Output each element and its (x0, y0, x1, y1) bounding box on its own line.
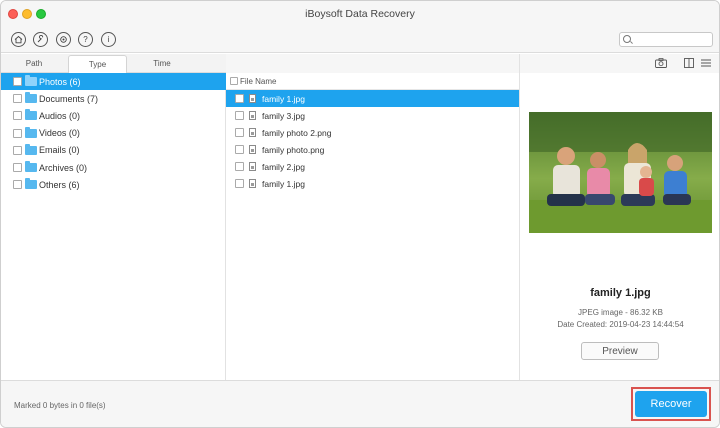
view-options-bar (520, 54, 719, 73)
file-name: family 1.jpg (262, 178, 305, 189)
preview-button[interactable]: Preview (581, 342, 659, 360)
file-name: family 2.jpg (262, 161, 305, 172)
checkbox[interactable] (13, 128, 22, 138)
title-bar: iBoysoft Data Recovery (1, 1, 719, 27)
checkbox[interactable] (235, 179, 244, 188)
type-list: Photos (6) Documents (7) Audios (0) Vide… (1, 73, 226, 193)
tab-path[interactable]: Path (1, 54, 67, 73)
type-item-documents[interactable]: Documents (7) (1, 90, 226, 107)
recover-button[interactable]: Recover (635, 391, 707, 417)
list-view-icon[interactable] (701, 58, 711, 71)
file-name: family 3.jpg (262, 110, 305, 121)
checkbox[interactable] (13, 180, 22, 190)
tools-icon[interactable] (33, 32, 48, 47)
type-item-label: Others (6) (39, 179, 80, 190)
checkbox[interactable] (235, 111, 244, 120)
type-item-label: Photos (6) (39, 76, 81, 87)
type-item-label: Videos (0) (39, 128, 80, 139)
file-list-topbar (226, 54, 519, 73)
camera-icon[interactable] (655, 58, 667, 71)
info-icon[interactable]: i (101, 32, 116, 47)
preview-date-created: Date Created: 2019-04-23 14:44:54 (557, 320, 684, 329)
folder-icon (25, 126, 37, 138)
marked-status: Marked 0 bytes in 0 file(s) (14, 401, 106, 410)
grid-view-icon[interactable] (684, 58, 694, 71)
folder-icon (25, 178, 37, 190)
type-item-label: Archives (0) (39, 162, 88, 173)
type-item-photos[interactable]: Photos (6) (1, 73, 226, 91)
folder-icon (25, 161, 37, 173)
preview-pane: family 1.jpg JPEG image - 86.32 KB Date … (520, 54, 719, 380)
type-item-videos[interactable]: Videos (0) (1, 125, 226, 142)
checkbox[interactable] (13, 77, 22, 87)
checkbox[interactable] (13, 111, 22, 121)
checkbox[interactable] (235, 162, 244, 171)
image-file-icon (249, 179, 256, 188)
image-file-icon (249, 111, 256, 120)
column-header-label: File Name (240, 76, 277, 86)
type-item-emails[interactable]: Emails (0) (1, 142, 226, 159)
checkbox[interactable] (13, 145, 22, 155)
home-icon[interactable] (11, 32, 26, 47)
file-name: family photo.png (262, 144, 325, 155)
tab-type[interactable]: Type (68, 55, 127, 74)
type-item-label: Audios (0) (39, 110, 81, 121)
category-tabs: Path Type Time (1, 54, 226, 74)
checkbox[interactable] (13, 94, 22, 104)
file-list-pane: File Name family 1.jpg family 3.jpg fami… (226, 54, 520, 380)
search-box[interactable] (619, 32, 713, 47)
file-row[interactable]: family photo.png (226, 141, 519, 158)
file-name: family photo 2.png (262, 127, 332, 138)
type-item-label: Documents (7) (39, 93, 99, 104)
category-pane: Path Type Time Photos (6) Documents (7) … (1, 54, 226, 380)
preview-file-type-size: JPEG image - 86.32 KB (578, 308, 663, 317)
file-row[interactable]: family photo 2.png (226, 124, 519, 141)
help-icon[interactable]: ? (78, 32, 93, 47)
image-file-icon (249, 145, 256, 154)
file-name-column-header[interactable]: File Name (226, 73, 519, 90)
file-list: family 1.jpg family 3.jpg family photo 2… (226, 90, 519, 192)
file-row[interactable]: family 2.jpg (226, 158, 519, 175)
search-input[interactable] (634, 34, 710, 45)
checkbox[interactable] (235, 128, 244, 137)
file-row[interactable]: family 1.jpg (226, 90, 519, 107)
checkbox[interactable] (13, 163, 22, 173)
file-row[interactable]: family 3.jpg (226, 107, 519, 124)
image-file-icon (249, 162, 256, 171)
tab-time[interactable]: Time (128, 54, 196, 73)
checkbox[interactable] (235, 94, 244, 103)
folder-icon (25, 109, 37, 121)
type-item-others[interactable]: Others (6) (1, 176, 226, 193)
folder-icon (25, 92, 37, 104)
folder-icon (25, 75, 37, 87)
select-all-checkbox[interactable] (230, 77, 238, 85)
window-title: iBoysoft Data Recovery (305, 8, 415, 20)
preview-image (529, 112, 712, 233)
toolbar: ? i (1, 27, 719, 53)
footer-bar: Marked 0 bytes in 0 file(s) Recover (1, 380, 719, 427)
preview-file-name: family 1.jpg (590, 287, 651, 299)
type-item-archives[interactable]: Archives (0) (1, 159, 226, 176)
file-name: family 1.jpg (262, 93, 305, 104)
image-file-icon (249, 128, 256, 137)
settings-icon[interactable] (56, 32, 71, 47)
checkbox[interactable] (235, 145, 244, 154)
image-file-icon (249, 94, 256, 103)
file-row[interactable]: family 1.jpg (226, 175, 519, 192)
type-item-audios[interactable]: Audios (0) (1, 107, 226, 124)
type-item-label: Emails (0) (39, 145, 80, 156)
search-icon (623, 35, 631, 43)
app-window: iBoysoft Data Recovery ? i Path Type Tim… (0, 0, 720, 428)
folder-icon (25, 143, 37, 155)
